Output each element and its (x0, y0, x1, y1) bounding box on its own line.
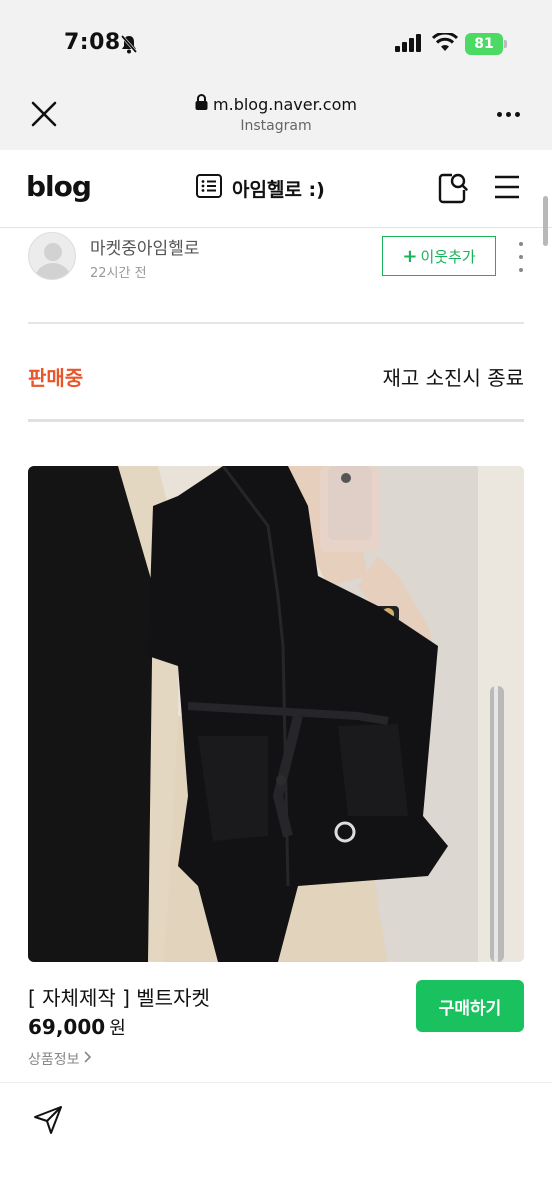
post-options-button[interactable] (514, 242, 528, 272)
product-info-label: 상품정보 (28, 1052, 80, 1068)
sale-note: 재고 소진시 종료 (382, 366, 524, 390)
share-button[interactable] (32, 1104, 64, 1140)
url-text: m.blog.naver.com (213, 94, 357, 114)
plus-icon: + (402, 245, 418, 267)
sale-status-row: 판매중 재고 소진시 종료 (28, 360, 524, 396)
product-name[interactable]: [ 자체제작 ] 벨트자켓 (28, 982, 210, 1011)
author-row: 마켓중아임헬로 22시간 전 + 이웃추가 (0, 228, 552, 288)
price-value: 69,000 (28, 1015, 106, 1039)
lock-icon (195, 94, 208, 114)
price-unit: 원 (109, 1018, 126, 1039)
default-avatar-icon (35, 243, 71, 279)
buy-button[interactable]: 구매하기 (416, 980, 524, 1032)
follow-label: 이웃추가 (420, 247, 476, 266)
signal-icon (395, 34, 423, 56)
divider (28, 322, 524, 324)
bell-muted-icon (120, 34, 138, 58)
browser-bar: m.blog.naver.com Instagram (0, 80, 552, 150)
author-name[interactable]: 마켓중아임헬로 (90, 234, 199, 259)
sale-status: 판매중 (28, 366, 84, 390)
battery-indicator: 81 (465, 33, 503, 55)
blog-header: blog 아임헬로 :) (0, 150, 552, 228)
send-icon (34, 1106, 62, 1134)
wifi-icon (431, 31, 459, 57)
hamburger-icon (495, 175, 519, 199)
product-info-link[interactable]: 상품정보 (28, 1049, 92, 1069)
blog-title-link[interactable]: 아임헬로 :) (196, 174, 325, 202)
close-icon (31, 101, 57, 127)
chevron-right-icon (83, 1051, 92, 1067)
avatar[interactable] (28, 232, 76, 280)
more-options-button[interactable] (486, 96, 530, 132)
close-button[interactable] (24, 94, 64, 134)
product-image[interactable] (28, 466, 524, 962)
divider (0, 1082, 552, 1083)
divider (28, 419, 524, 422)
list-icon (196, 174, 222, 202)
search-button[interactable] (438, 172, 468, 208)
follow-button[interactable]: + 이웃추가 (382, 236, 496, 276)
url-source: Instagram (240, 118, 312, 134)
blog-logo[interactable]: blog (26, 170, 92, 203)
product-price: 69,000 원 (28, 1014, 126, 1040)
post-time: 22시간 전 (90, 266, 147, 281)
search-icon (438, 173, 468, 204)
battery-tip (504, 40, 507, 48)
url-bar[interactable]: m.blog.naver.com Instagram (176, 88, 376, 142)
status-time: 7:08 (64, 30, 121, 55)
blog-title: 아임헬로 :) (232, 178, 325, 201)
status-bar: 7:08 81 (0, 0, 552, 80)
menu-button[interactable] (494, 174, 520, 204)
